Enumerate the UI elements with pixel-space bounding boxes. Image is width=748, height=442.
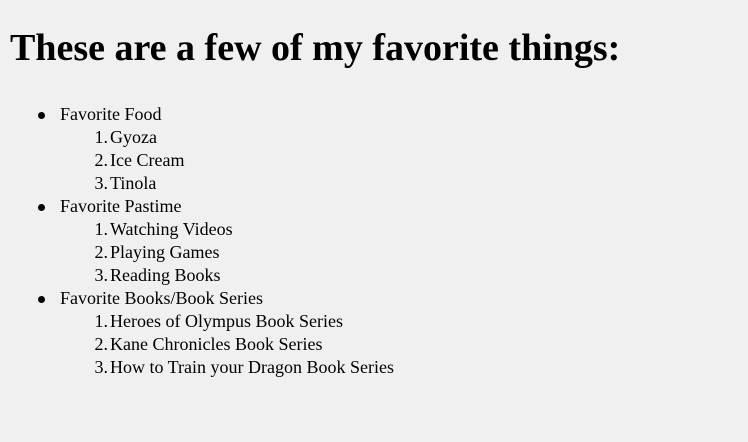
- category-item: Favorite Pastime 1. Watching Videos 2. P…: [10, 195, 738, 287]
- list-item: 3. Tinola: [60, 172, 738, 195]
- sublist: 1. Watching Videos 2. Playing Games 3. R…: [60, 218, 738, 287]
- bullet-icon: [38, 112, 45, 119]
- item-label: Heroes of Olympus Book Series: [110, 311, 343, 331]
- list-item: 1. Watching Videos: [60, 218, 738, 241]
- sublist: 1. Heroes of Olympus Book Series 2. Kane…: [60, 310, 738, 379]
- item-number: 1.: [94, 127, 109, 147]
- item-number: 1.: [94, 219, 109, 239]
- category-label: Favorite Food: [60, 104, 162, 124]
- item-number: 3.: [94, 357, 109, 377]
- bullet-icon: [38, 296, 45, 303]
- list-item: 1. Gyoza: [60, 126, 738, 149]
- list-item: 3. How to Train your Dragon Book Series: [60, 356, 738, 379]
- category-item: Favorite Books/Book Series 1. Heroes of …: [10, 287, 738, 379]
- sublist: 1. Gyoza 2. Ice Cream 3. Tinola: [60, 126, 738, 195]
- category-label: Favorite Pastime: [60, 196, 182, 216]
- item-label: Ice Cream: [110, 150, 185, 170]
- item-number: 1.: [94, 311, 109, 331]
- item-label: How to Train your Dragon Book Series: [110, 357, 394, 377]
- list-item: 2. Kane Chronicles Book Series: [60, 333, 738, 356]
- page: These are a few of my favorite things: F…: [0, 0, 748, 442]
- item-label: Kane Chronicles Book Series: [110, 334, 323, 354]
- item-label: Gyoza: [110, 127, 157, 147]
- list-item: 2. Ice Cream: [60, 149, 738, 172]
- item-number: 2.: [94, 150, 109, 170]
- bullet-icon: [38, 204, 45, 211]
- item-number: 2.: [94, 242, 109, 262]
- item-label: Tinola: [110, 173, 157, 193]
- category-label: Favorite Books/Book Series: [60, 288, 263, 308]
- list-item: 3. Reading Books: [60, 264, 738, 287]
- item-number: 3.: [94, 265, 109, 285]
- page-heading: These are a few of my favorite things:: [10, 27, 621, 69]
- item-number: 3.: [94, 173, 109, 193]
- list-item: 2. Playing Games: [60, 241, 738, 264]
- category-item: Favorite Food 1. Gyoza 2. Ice Cream 3. T…: [10, 103, 738, 195]
- item-label: Reading Books: [110, 265, 221, 285]
- list-item: 1. Heroes of Olympus Book Series: [60, 310, 738, 333]
- favorites-list: Favorite Food 1. Gyoza 2. Ice Cream 3. T…: [10, 103, 738, 379]
- item-label: Watching Videos: [110, 219, 233, 239]
- item-number: 2.: [94, 334, 109, 354]
- item-label: Playing Games: [110, 242, 220, 262]
